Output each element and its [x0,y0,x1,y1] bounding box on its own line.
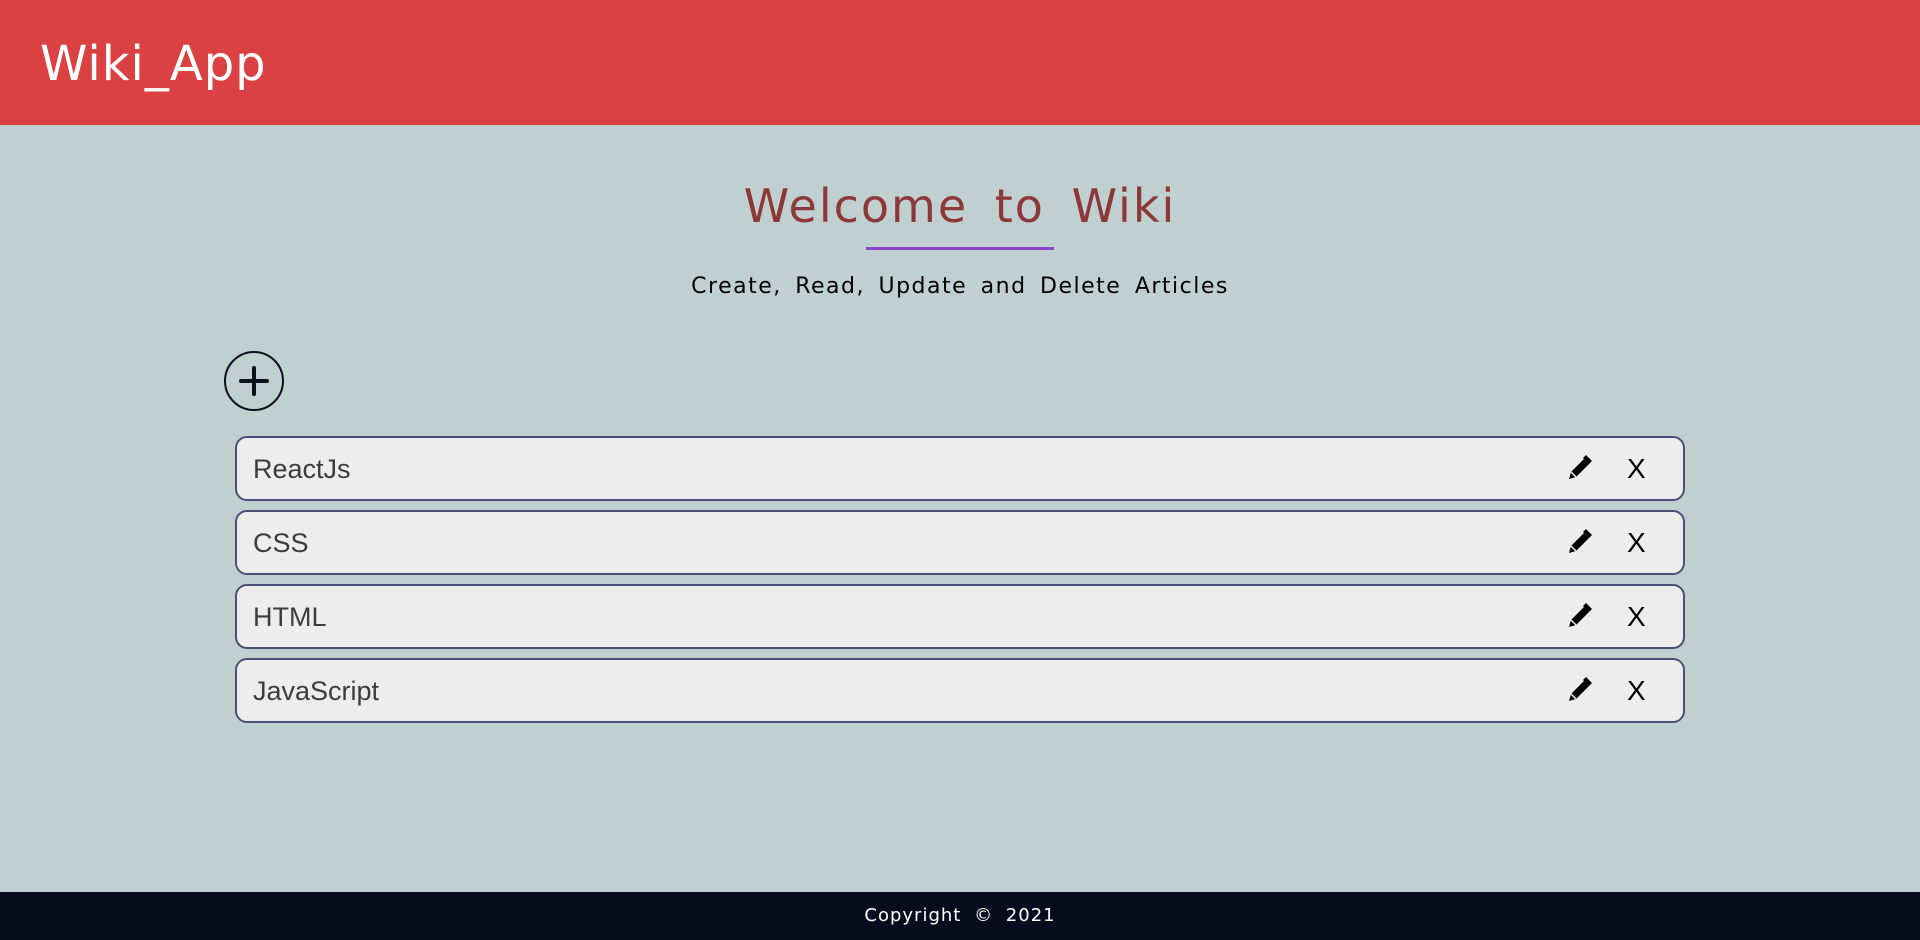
article-title[interactable]: CSS [253,528,309,558]
copyright-text: Copyright © 2021 [864,905,1056,926]
article-row[interactable]: CSS X [235,510,1685,575]
article-row[interactable]: JavaScript X [235,658,1685,723]
article-row[interactable]: HTML X [235,584,1685,649]
plus-icon [239,366,269,396]
add-article-button[interactable] [224,351,284,411]
app-title[interactable]: Wiki_App [40,36,267,92]
delete-button[interactable]: X [1627,602,1646,632]
heading-underline [866,247,1054,250]
delete-button[interactable]: X [1627,676,1646,706]
welcome-heading: Welcome to Wiki [743,179,1177,233]
delete-button[interactable]: X [1627,528,1646,558]
pencil-icon[interactable] [1564,454,1594,484]
article-row[interactable]: ReactJs X [235,436,1685,501]
delete-button[interactable]: X [1627,454,1646,484]
article-title[interactable]: JavaScript [253,676,379,706]
pencil-icon[interactable] [1564,602,1594,632]
page-subtitle: Create, Read, Update and Delete Articles [691,274,1229,299]
article-title[interactable]: ReactJs [253,454,351,484]
article-list: ReactJs X CSS X HTML X JavaScript X [235,436,1685,732]
app-header: Wiki_App [0,0,1920,125]
page-footer: Copyright © 2021 [0,892,1920,940]
article-title[interactable]: HTML [253,602,327,632]
pencil-icon[interactable] [1564,676,1594,706]
pencil-icon[interactable] [1564,528,1594,558]
